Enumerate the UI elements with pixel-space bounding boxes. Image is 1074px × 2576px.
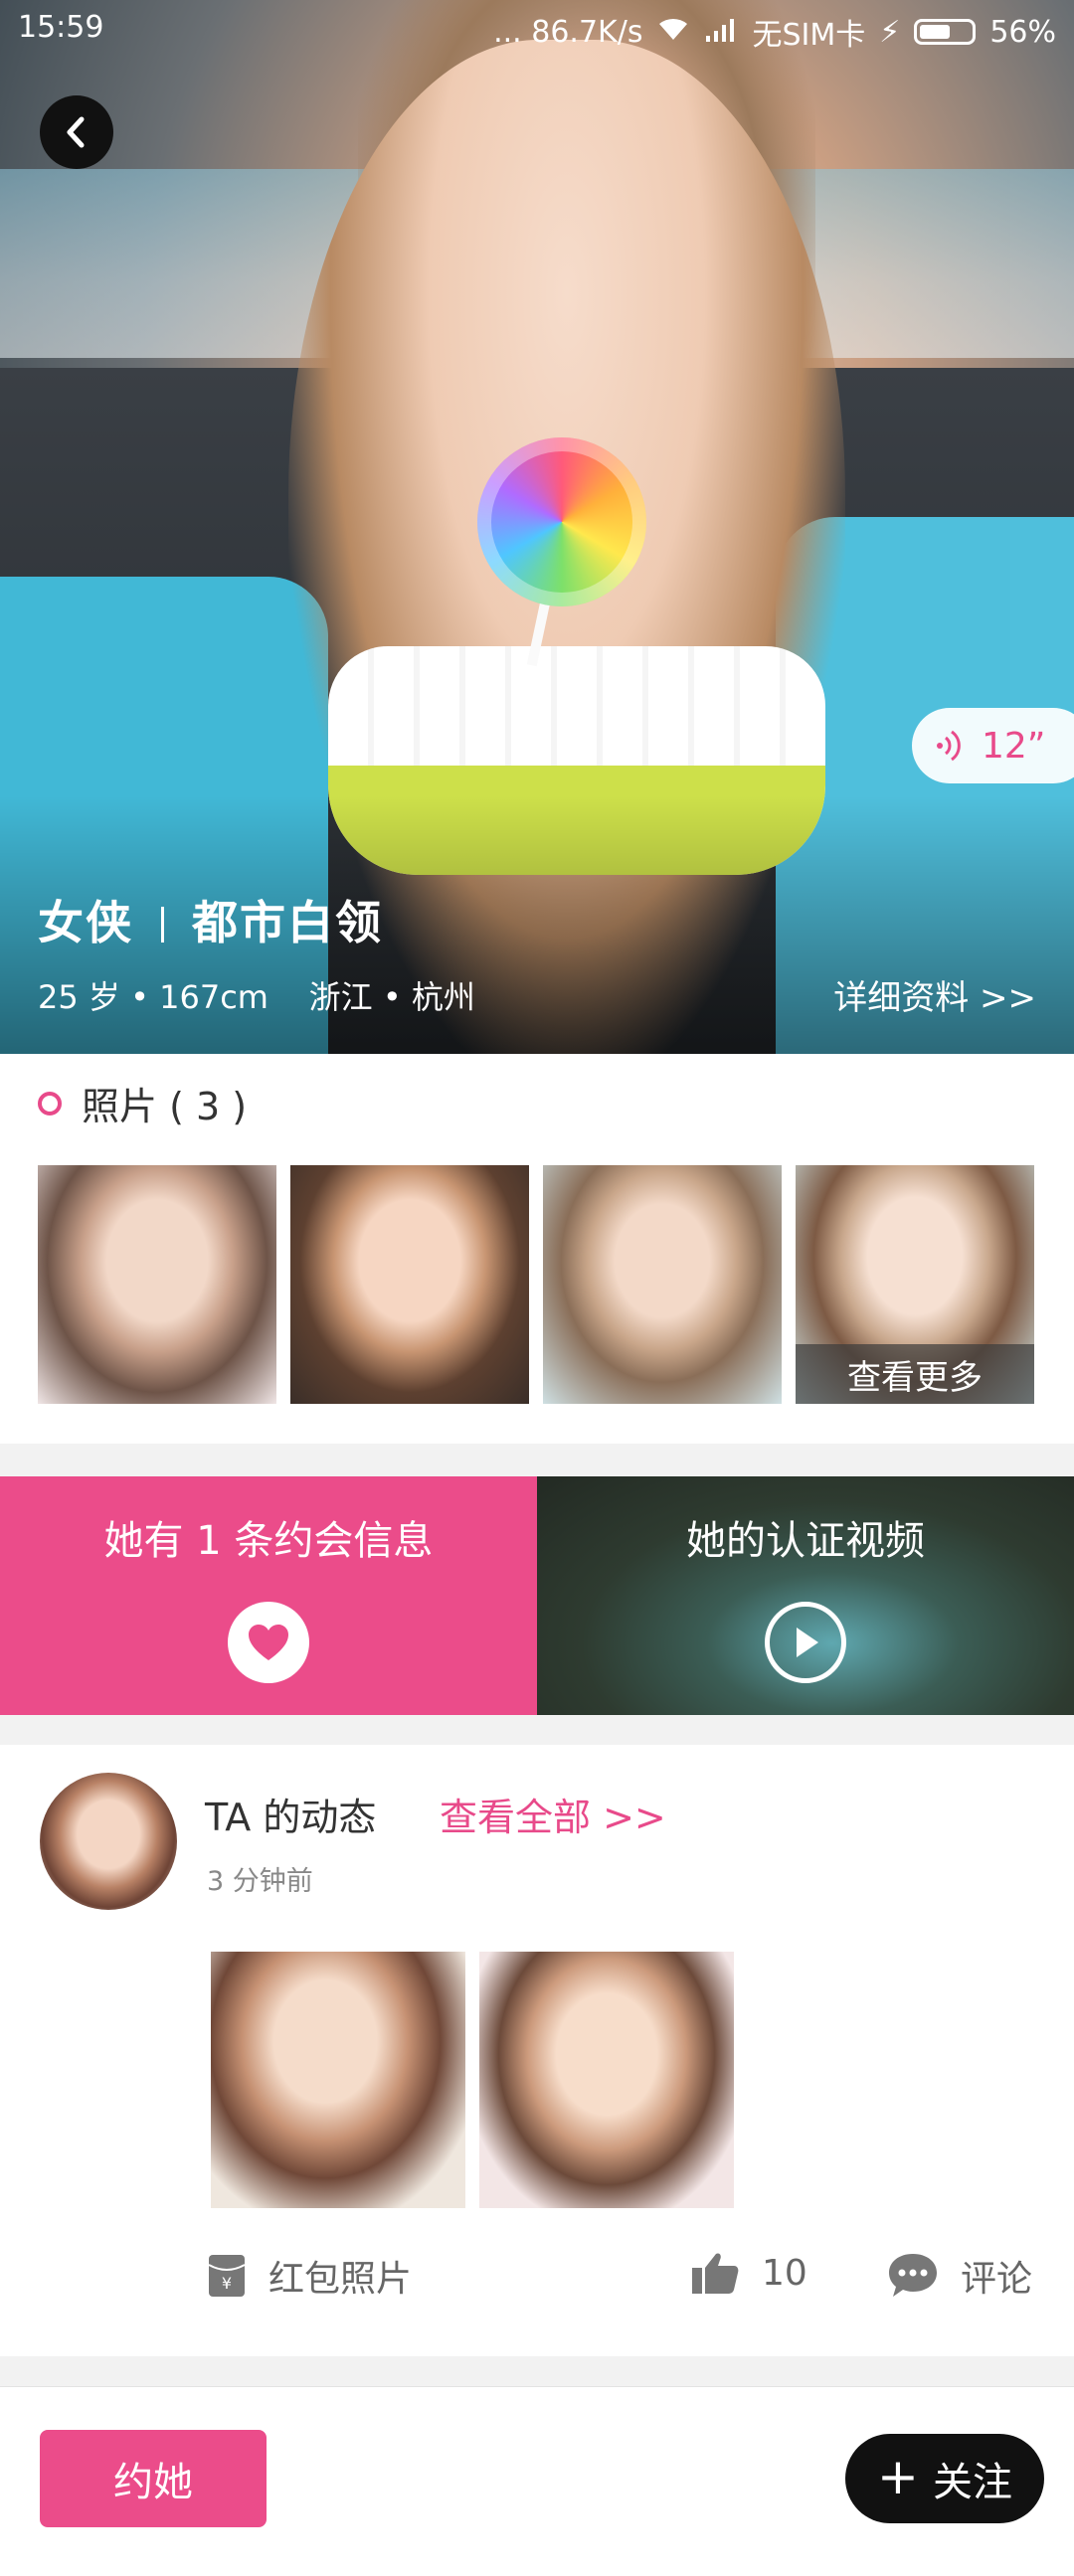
follow-label: 关注 xyxy=(932,2460,1012,2505)
photos-title: 照片 ( 3 ) xyxy=(82,1085,248,1128)
wifi-icon xyxy=(656,15,690,50)
photo-thumbnail[interactable] xyxy=(290,1165,529,1404)
moment-actions: ¥ 红包照片 10 评论 xyxy=(207,2250,1052,2310)
voice-duration: 12” xyxy=(982,725,1046,767)
charging-icon: ⚡ xyxy=(879,14,901,50)
photo-thumbnails: 查看更多 xyxy=(38,1165,1034,1404)
sound-wave-icon xyxy=(937,730,961,762)
photos-header: 照片 ( 3 ) xyxy=(38,1076,247,1130)
battery-percent: 56% xyxy=(989,14,1056,50)
date-info-label: 她有 1 条约会信息 xyxy=(103,1518,434,1564)
moment-photo[interactable] xyxy=(211,1952,465,2208)
name-divider xyxy=(161,907,164,943)
profile-name: 女侠 xyxy=(38,896,133,949)
verified-video-card[interactable]: 她的认证视频 xyxy=(537,1476,1074,1715)
back-button[interactable] xyxy=(40,95,113,169)
follow-button[interactable]: + 关注 xyxy=(845,2434,1044,2523)
bottom-action-bar: 约她 + 关注 xyxy=(0,2386,1074,2576)
profile-occupation: 都市白领 xyxy=(192,896,383,949)
photos-section: 照片 ( 3 ) 查看更多 xyxy=(0,1054,1074,1444)
like-button[interactable]: 10 xyxy=(690,2250,807,2296)
comment-label: 评论 xyxy=(961,2259,1033,2300)
red-packet-photo-button[interactable]: ¥ 红包照片 xyxy=(207,2250,412,2302)
avatar[interactable] xyxy=(40,1773,177,1910)
carrier-label: 无SIM卡 xyxy=(752,18,866,53)
lollipop xyxy=(477,437,646,606)
svg-text:¥: ¥ xyxy=(222,2274,232,2293)
ring-icon xyxy=(38,1091,62,1116)
verified-video-label: 她的认证视频 xyxy=(686,1518,925,1564)
photo-thumbnail[interactable] xyxy=(543,1165,782,1404)
red-packet-icon: ¥ xyxy=(208,2255,246,2297)
play-icon xyxy=(765,1602,846,1683)
photo-thumbnail-more[interactable]: 查看更多 xyxy=(796,1165,1034,1404)
profile-meta: 25 岁 • 167cm 浙江 • 杭州 xyxy=(38,978,475,1016)
photo-thumbnail[interactable] xyxy=(38,1165,276,1404)
like-count: 10 xyxy=(762,2252,807,2294)
date-info-card[interactable]: 她有 1 条约会信息 xyxy=(0,1476,537,1715)
comment-button[interactable]: 评论 xyxy=(887,2250,1032,2302)
plus-icon: + xyxy=(877,2448,919,2505)
view-more-label[interactable]: 查看更多 xyxy=(796,1344,1034,1404)
red-packet-label: 红包照片 xyxy=(268,2259,413,2300)
chevron-left-icon xyxy=(67,116,85,148)
detail-profile-link[interactable]: 详细资料 >> xyxy=(833,970,1036,1019)
view-all-link[interactable]: 查看全部 >> xyxy=(440,1787,666,1841)
status-bar: 15:59 ... 86.7K/s 无SIM卡 ⚡ 56% xyxy=(0,0,1074,58)
hero-banner: 15:59 ... 86.7K/s 无SIM卡 ⚡ 56% 12” 女侠 都市白领… xyxy=(0,0,1074,1054)
voice-intro-button[interactable]: 12” xyxy=(912,708,1074,783)
moment-timestamp: 3 分钟前 xyxy=(207,1866,313,1897)
moment-photo[interactable] xyxy=(479,1952,734,2208)
profile-name-line: 女侠 都市白领 xyxy=(38,887,383,952)
promo-row: 她有 1 条约会信息 她的认证视频 xyxy=(0,1476,1074,1715)
signal-icon xyxy=(704,15,738,50)
heart-icon xyxy=(228,1602,309,1683)
ask-date-button[interactable]: 约她 xyxy=(40,2430,267,2527)
thumbs-up-icon xyxy=(692,2253,739,2294)
network-speed: ... 86.7K/s xyxy=(493,14,643,50)
status-right: ... 86.7K/s 无SIM卡 ⚡ 56% xyxy=(493,10,1056,54)
moments-section: TA 的动态 查看全部 >> 3 分钟前 ¥ 红包照片 10 评论 xyxy=(0,1745,1074,2356)
moments-title: TA 的动态 xyxy=(205,1796,377,1839)
status-time: 15:59 xyxy=(18,10,104,45)
battery-icon xyxy=(914,19,977,45)
comment-icon xyxy=(889,2254,937,2297)
